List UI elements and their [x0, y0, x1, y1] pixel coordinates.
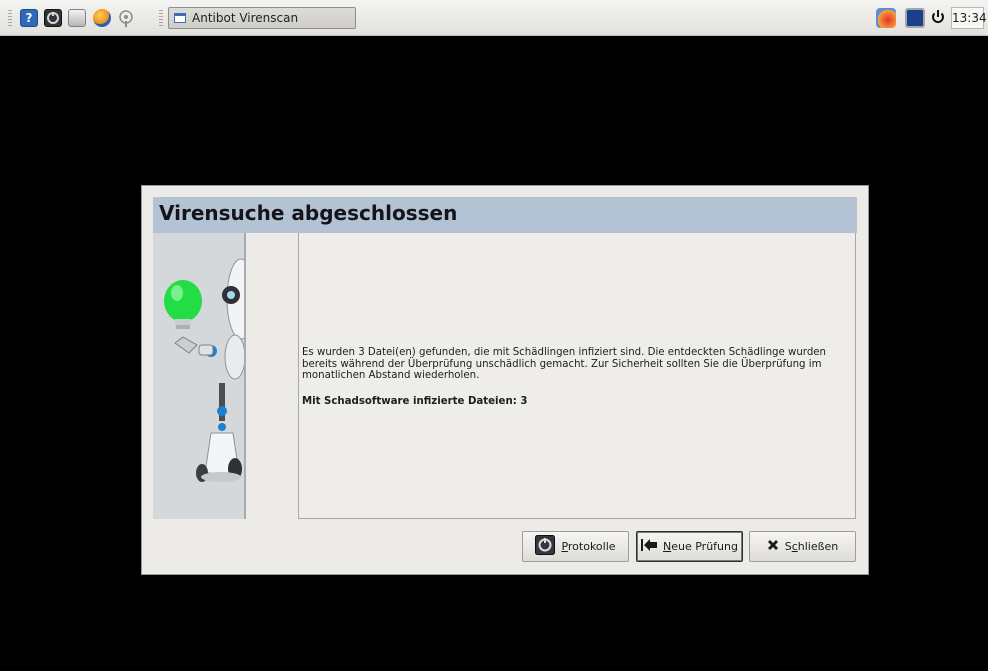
dialog-title: Virensuche abgeschlossen	[159, 201, 458, 225]
back-to-start-icon	[641, 539, 657, 554]
dialog-header: Virensuche abgeschlossen	[153, 197, 857, 233]
logs-button[interactable]: Protokolle	[522, 531, 629, 562]
taskbar: ? Antibot Virenscan 13:34	[0, 0, 988, 36]
power-icon[interactable]	[929, 8, 947, 26]
task-title: Antibot Virenscan	[192, 11, 299, 25]
help-icon[interactable]: ?	[20, 9, 38, 27]
infected-files-label: Mit Schadsoftware infizierte Dateien:	[302, 396, 517, 407]
window-icon	[174, 13, 186, 23]
new-scan-button-label: Neue Prüfung	[663, 540, 738, 553]
monitor-icon[interactable]	[905, 8, 925, 28]
security-update-icon[interactable]	[876, 8, 896, 28]
close-x-icon	[767, 539, 779, 554]
antibot-logs-icon	[535, 535, 556, 558]
panel-grip[interactable]	[8, 10, 12, 26]
scan-complete-dialog: Virensuche abgeschlossen Es wurden 3 Dat…	[141, 185, 869, 575]
result-panel: Es wurden 3 Datei(en) gefunden, die mit …	[298, 233, 856, 519]
logs-button-label: Protokolle	[561, 540, 616, 553]
close-button[interactable]: Schließen	[749, 531, 856, 562]
new-scan-button[interactable]: Neue Prüfung	[636, 531, 743, 562]
infected-files-count: 3	[520, 396, 528, 407]
close-button-label: Schließen	[784, 540, 839, 553]
robot-mascot-image	[164, 258, 244, 482]
panel-separator	[159, 10, 163, 26]
show-desktop-icon[interactable]	[68, 9, 86, 27]
firefox-icon[interactable]	[93, 9, 111, 27]
clock[interactable]: 13:34	[951, 7, 987, 29]
task-button-antibot[interactable]: Antibot Virenscan	[168, 7, 356, 29]
antibot-icon[interactable]	[44, 9, 62, 27]
network-icon[interactable]	[117, 9, 135, 27]
scan-result-message: Es wurden 3 Datei(en) gefunden, die mit …	[302, 347, 827, 381]
infected-files-summary: Mit Schadsoftware infizierte Dateien: 3	[302, 396, 527, 407]
robot-illustration-panel	[153, 233, 246, 519]
